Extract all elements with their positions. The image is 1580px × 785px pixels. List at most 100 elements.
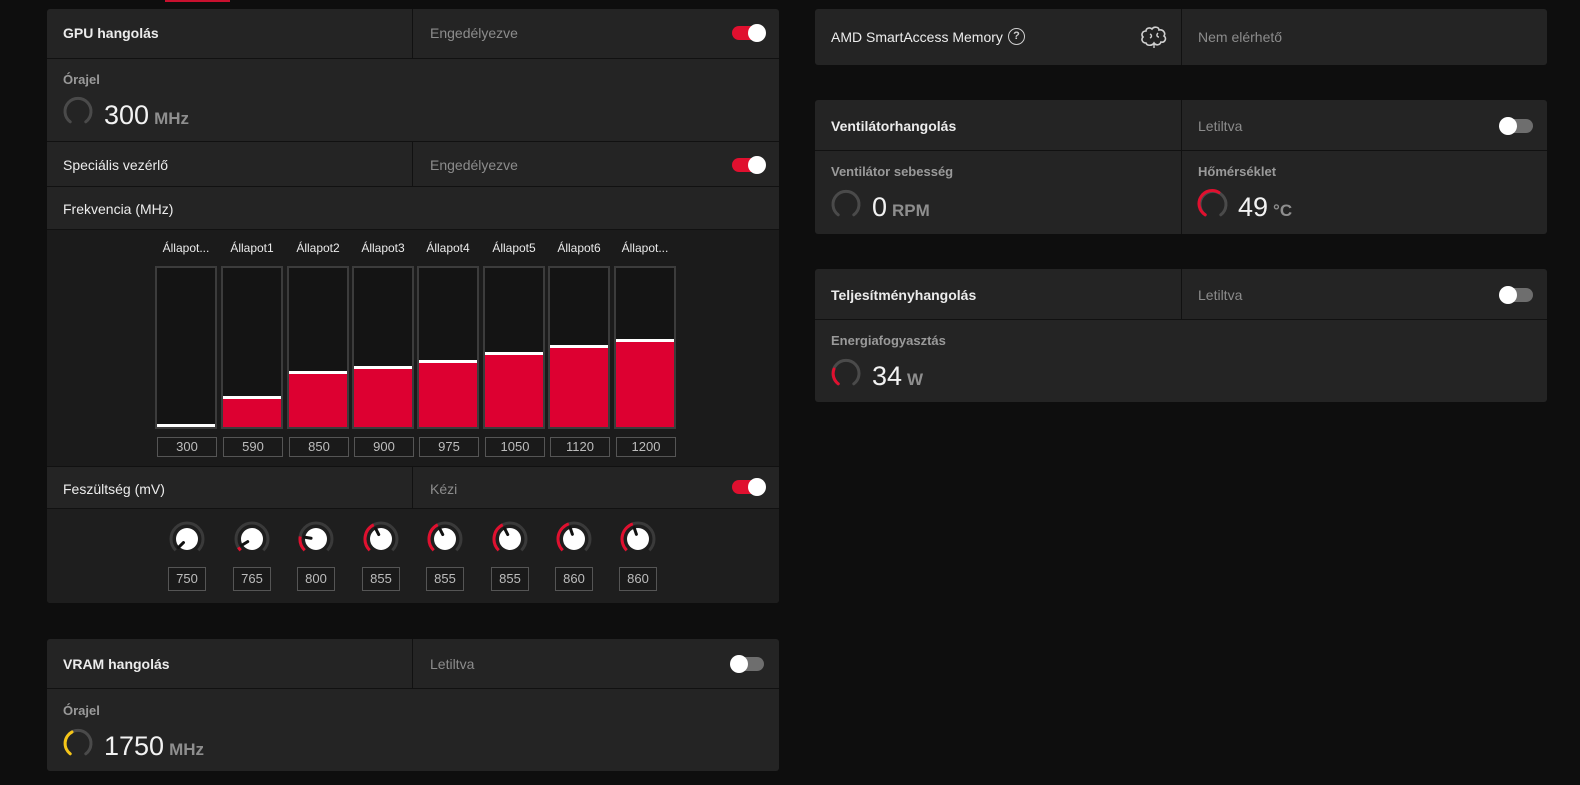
perf-tuning-status: Letiltva (1198, 287, 1243, 303)
gpu-tuning-status: Engedélyezve (430, 25, 518, 41)
vram-tuning-title: VRAM hangolás (63, 656, 170, 672)
active-tab-indicator (165, 0, 230, 2)
advanced-control-toggle[interactable] (732, 156, 766, 174)
voltage-value-field[interactable]: 855 (362, 567, 400, 591)
bar-fill (485, 354, 543, 427)
temperature-value: 49 (1238, 192, 1269, 222)
bar-handle[interactable] (354, 366, 412, 369)
bar-fill (223, 398, 281, 427)
voltage-knob[interactable] (234, 521, 270, 557)
frequency-state-bar[interactable] (221, 266, 283, 429)
bar-handle[interactable] (289, 371, 347, 374)
frequency-state-bar[interactable] (155, 266, 217, 429)
state-label: Állapot4 (426, 241, 470, 255)
state-label: Állapot6 (557, 241, 601, 255)
voltage-mode: Kézi (430, 481, 458, 497)
frequency-state-bar[interactable] (614, 266, 676, 429)
voltage-knob[interactable] (620, 521, 656, 557)
vram-clock-gauge (63, 728, 93, 756)
voltage-value-field[interactable]: 860 (555, 567, 593, 591)
bar-fill (616, 341, 674, 427)
state-label: Állapot... (621, 241, 669, 255)
gpu-clock-readout: 300 MHz (104, 100, 189, 131)
fan-speed-gauge (831, 189, 861, 217)
state-label: Állapot3 (361, 241, 405, 255)
bar-fill (354, 368, 412, 427)
power-unit: W (907, 370, 924, 389)
temperature-unit: °C (1273, 201, 1293, 220)
fan-speed-label: Ventilátor sebesség (831, 164, 954, 179)
gpu-clock-gauge (63, 96, 93, 124)
frequency-value-field[interactable]: 1050 (485, 437, 545, 457)
gpu-clock-value: 300 (104, 100, 150, 130)
voltage-value-field[interactable]: 860 (619, 567, 657, 591)
fan-speed-unit: RPM (892, 201, 930, 220)
bar-fill (419, 362, 477, 427)
vram-tuning-toggle[interactable] (730, 655, 764, 673)
voltage-value-field[interactable]: 765 (233, 567, 271, 591)
frequency-value-field[interactable]: 850 (289, 437, 349, 457)
bar-handle[interactable] (616, 339, 674, 342)
perf-tuning-toggle[interactable] (1499, 286, 1533, 304)
bar-handle[interactable] (485, 352, 543, 355)
frequency-state-bar[interactable] (417, 266, 479, 429)
bar-handle[interactable] (223, 396, 281, 399)
fan-speed-readout: 0 RPM (872, 192, 930, 223)
frequency-state-bar[interactable] (352, 266, 414, 429)
vram-tuning-panel: VRAM hangolás Letiltva Órajel 1750 MHz (47, 639, 779, 771)
frequency-value-field[interactable]: 1120 (550, 437, 610, 457)
fan-tuning-title: Ventilátorhangolás (831, 118, 957, 134)
bar-handle[interactable] (419, 360, 477, 363)
voltage-knob[interactable] (363, 521, 399, 557)
frequency-state-bar[interactable] (287, 266, 349, 429)
power-readout: 34 W (872, 361, 923, 392)
gpu-clock-label: Órajel (63, 72, 100, 87)
vram-clock-label: Órajel (63, 703, 100, 718)
voltage-value-field[interactable]: 800 (297, 567, 335, 591)
voltage-value-field[interactable]: 855 (491, 567, 529, 591)
frequency-label: Frekvencia (MHz) (63, 201, 174, 217)
voltage-toggle[interactable] (732, 478, 766, 496)
vram-clock-readout: 1750 MHz (104, 731, 204, 762)
frequency-value-field[interactable]: 590 (223, 437, 283, 457)
bar-fill (289, 373, 347, 427)
voltage-value-field[interactable]: 750 (168, 567, 206, 591)
frequency-value-field[interactable]: 300 (157, 437, 217, 457)
temperature-gauge (1197, 189, 1228, 217)
state-label: Állapot5 (492, 241, 536, 255)
voltage-knob[interactable] (427, 521, 463, 557)
smart-access-status: Nem elérhető (1198, 29, 1283, 45)
voltage-value-field[interactable]: 855 (426, 567, 464, 591)
fan-tuning-toggle[interactable] (1499, 117, 1533, 135)
gpu-tuning-title: GPU hangolás (63, 25, 159, 41)
smart-access-title: AMD SmartAccess Memory (831, 29, 1003, 45)
voltage-label: Feszültség (mV) (63, 481, 165, 497)
power-label: Energiafogyasztás (831, 333, 946, 348)
smart-access-panel: AMD SmartAccess Memory ? Nem elérhető (815, 9, 1547, 65)
voltage-knob[interactable] (556, 521, 592, 557)
voltage-knob[interactable] (492, 521, 528, 557)
frequency-value-field[interactable]: 1200 (616, 437, 676, 457)
voltage-knob[interactable] (298, 521, 334, 557)
gpu-tuning-toggle[interactable] (732, 24, 766, 42)
voltage-knob[interactable] (169, 521, 205, 557)
vram-clock-value: 1750 (104, 731, 165, 761)
gpu-clock-unit: MHz (154, 109, 190, 128)
frequency-value-field[interactable]: 975 (419, 437, 479, 457)
power-gauge (831, 358, 861, 386)
state-label: Állapot... (162, 241, 210, 255)
fan-speed-value: 0 (872, 192, 888, 222)
bar-fill (550, 347, 608, 427)
fan-tuning-panel: Ventilátorhangolás Letiltva Ventilátor s… (815, 100, 1547, 234)
bar-handle[interactable] (157, 424, 215, 427)
fan-tuning-status: Letiltva (1198, 118, 1243, 134)
state-label: Állapot1 (230, 241, 274, 255)
help-icon[interactable]: ? (1008, 28, 1025, 45)
bar-handle[interactable] (550, 345, 608, 348)
frequency-state-bar[interactable] (483, 266, 545, 429)
frequency-value-field[interactable]: 900 (354, 437, 414, 457)
perf-tuning-title: Teljesítményhangolás (831, 287, 977, 303)
temperature-readout: 49 °C (1238, 192, 1292, 223)
frequency-state-bar[interactable] (548, 266, 610, 429)
advanced-control-label: Speciális vezérlő (63, 157, 169, 173)
